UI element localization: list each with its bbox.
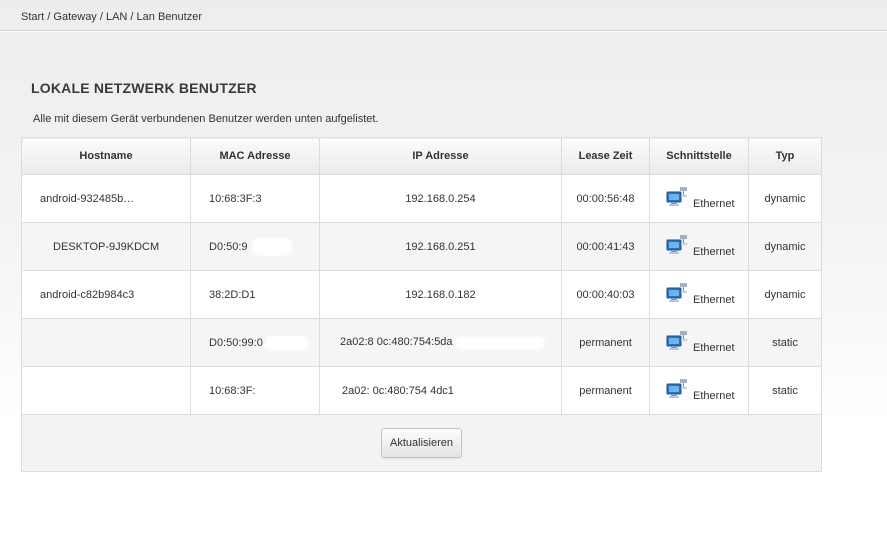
ip-cell: 192.168.0.251 [319,222,562,271]
interface-label: Ethernet [693,294,735,306]
redaction-mark [264,335,309,350]
network-computer-icon [666,187,688,207]
table-row: android-c82b984c3 38:2D:D1 192.168.0.182… [21,270,822,319]
table-header-row: Hostname MAC Adresse IP Adresse Lease Ze… [21,137,822,175]
type-cell: dynamic [748,222,822,271]
interface-label: Ethernet [693,390,735,402]
type-cell: static [748,366,822,415]
mac-value: 38:2D:D1 [209,288,256,301]
page: Start / Gateway / LAN / Lan Benutzer LOK… [0,0,887,538]
column-header-type: Typ [748,137,822,175]
lease-cell: 00:00:56:48 [561,174,650,223]
column-header-interface: Schnittstelle [649,137,749,175]
network-computer-icon [666,379,688,399]
interface-cell: Ethernet [649,270,749,319]
column-header-lease: Lease Zeit [561,137,650,175]
interface-label: Ethernet [693,198,735,210]
table-footer: Aktualisieren [21,414,822,472]
refresh-button[interactable]: Aktualisieren [381,428,462,458]
interface-cell: Ethernet [649,318,749,367]
page-description: Alle mit diesem Gerät verbundenen Benutz… [33,113,379,125]
column-header-mac: MAC Adresse [190,137,320,175]
interface-label: Ethernet [693,246,735,258]
mac-value: 10:68:3F:3 [209,192,262,205]
lan-users-table: Hostname MAC Adresse IP Adresse Lease Ze… [21,137,822,472]
mac-cell: 10:68:3F:3 [190,174,320,223]
lease-cell: permanent [561,318,650,367]
network-computer-icon [666,235,688,255]
network-computer-icon [666,283,688,303]
hostname-cell: android-932485b… [21,174,191,223]
interface-cell: Ethernet [649,222,749,271]
column-header-ip: IP Adresse [319,137,562,175]
interface-label: Ethernet [693,342,735,354]
ip-cell: 2a02: 0c:480:754 4dc1 [319,366,562,415]
mac-cell: 38:2D:D1 [190,270,320,319]
table-row: 10:68:3F: 2a02: 0c:480:754 4dc1 permanen… [21,366,822,415]
column-header-hostname: Hostname [21,137,191,175]
breadcrumb[interactable]: Start / Gateway / LAN / Lan Benutzer [21,11,202,23]
mac-value: D0:50:9 [209,240,248,253]
page-title: LOKALE NETZWERK BENUTZER [31,80,257,96]
hostname-cell [21,318,191,367]
mac-value: D0:50:99:0 [209,336,263,349]
lease-cell: 00:00:41:43 [561,222,650,271]
ip-value: 2a02: 0c:480:754 4dc1 [342,384,454,397]
table-row: DESKTOP-9J9KDCM D0:50:9 192.168.0.251 00… [21,222,822,271]
ip-cell: 192.168.0.254 [319,174,562,223]
mac-value: 10:68:3F: [209,384,256,397]
mac-cell: 10:68:3F: [190,366,320,415]
lease-cell: permanent [561,366,650,415]
breadcrumb-bar: Start / Gateway / LAN / Lan Benutzer [0,0,887,31]
hostname-cell: android-c82b984c3 [21,270,191,319]
mac-cell: D0:50:99:0 [190,318,320,367]
type-cell: dynamic [748,174,822,223]
redaction-mark [251,237,292,256]
hostname-cell [21,366,191,415]
hostname-cell: DESKTOP-9J9KDCM [21,222,191,271]
table-footer-row: Aktualisieren [21,414,822,472]
redaction-mark [454,336,545,349]
type-cell: dynamic [748,270,822,319]
network-computer-icon [666,331,688,351]
ip-value: 2a02:8 0c:480:754:5da [340,336,453,349]
interface-cell: Ethernet [649,174,749,223]
table-row: android-932485b… 10:68:3F:3 192.168.0.25… [21,174,822,223]
mac-cell: D0:50:9 [190,222,320,271]
ip-cell: 2a02:8 0c:480:754:5da [319,318,562,367]
interface-cell: Ethernet [649,366,749,415]
table-row: D0:50:99:0 2a02:8 0c:480:754:5da permane… [21,318,822,367]
lease-cell: 00:00:40:03 [561,270,650,319]
ip-cell: 192.168.0.182 [319,270,562,319]
type-cell: static [748,318,822,367]
